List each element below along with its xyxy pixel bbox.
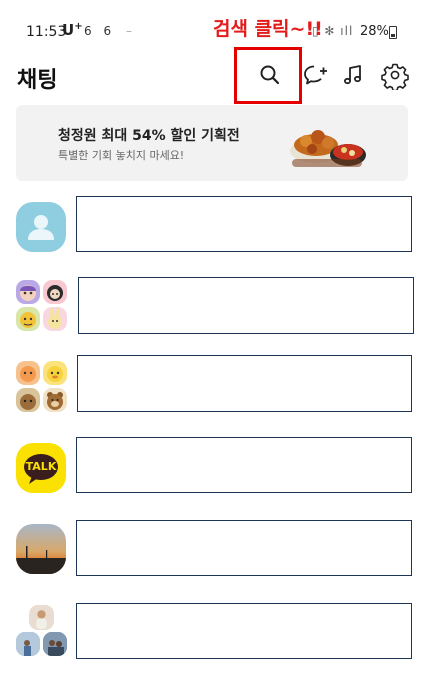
new-chat-icon[interactable] [300, 60, 330, 90]
chat-list-item[interactable] [0, 603, 429, 673]
avatar [16, 361, 40, 385]
redacted-chat-preview [76, 520, 412, 576]
settings-icon[interactable] [380, 60, 410, 92]
avatar [16, 388, 40, 412]
avatar [43, 632, 67, 656]
talk-label: TALK [25, 460, 57, 473]
banner-subtitle: 특별한 기회 놓치지 마세요! [58, 149, 185, 162]
sunset-photo [16, 524, 66, 574]
avatar [43, 361, 67, 385]
group-avatar [16, 280, 67, 331]
avatar [43, 307, 67, 331]
avatar: TALK [16, 443, 66, 493]
group-avatar [16, 361, 67, 412]
redacted-chat-preview [76, 196, 412, 252]
redacted-chat-preview [77, 355, 412, 412]
redacted-chat-preview [76, 603, 412, 659]
food-image [290, 130, 366, 167]
default-profile-icon [28, 215, 54, 240]
chat-list-item[interactable] [0, 355, 429, 425]
avatar [16, 280, 40, 304]
promo-banner[interactable]: 청정원 최대 54% 할인 기획전 특별한 기회 놓치지 마세요! [16, 105, 408, 181]
search-icon[interactable] [255, 60, 285, 90]
chat-list-item[interactable] [0, 520, 429, 590]
carrier-label: U+ [62, 21, 83, 39]
avatar [29, 605, 54, 630]
annotation-text: 검색 클릭~!! [213, 18, 323, 40]
page-title: 채팅 [17, 68, 58, 93]
avatar [16, 524, 66, 574]
battery-percentage: 28% [360, 24, 389, 39]
status-dash: – [126, 24, 132, 38]
chat-list-item[interactable] [0, 196, 429, 266]
group-avatar [16, 605, 67, 656]
battery-icon [389, 26, 397, 39]
chat-list-item[interactable] [0, 277, 429, 347]
avatar [16, 307, 40, 331]
avatar [43, 388, 67, 412]
avatar [16, 202, 66, 252]
banner-title: 청정원 최대 54% 할인 기획전 [58, 128, 240, 144]
avatar [16, 632, 40, 656]
redacted-chat-preview [76, 437, 412, 493]
music-icon[interactable] [339, 60, 369, 90]
redacted-chat-preview [78, 277, 414, 334]
chat-list-item[interactable]: TALK [0, 437, 429, 507]
notification-icons: 6 6 [84, 24, 116, 38]
avatar [43, 280, 67, 304]
status-time: 11:53 [26, 24, 67, 40]
